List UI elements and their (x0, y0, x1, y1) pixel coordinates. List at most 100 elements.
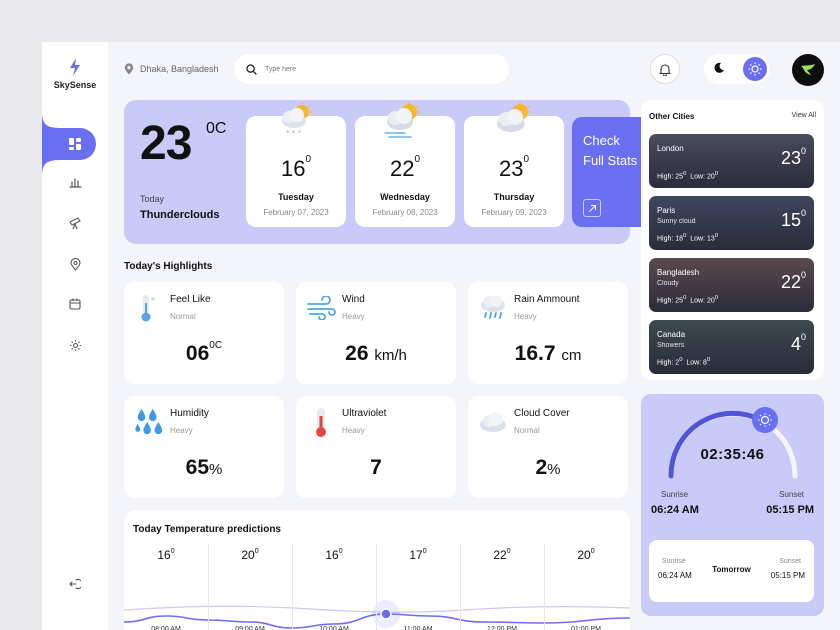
sidebar-item-explore[interactable] (66, 214, 84, 232)
svg-text:*: * (151, 296, 155, 305)
highlight-cloud-cover[interactable]: Cloud Cover Normal 2% (468, 396, 628, 498)
bolt-logo-icon (70, 58, 80, 76)
sun-countdown: 02:35:46 (700, 446, 765, 463)
calendar-icon (69, 298, 81, 310)
temperature-curve (124, 600, 630, 629)
arrow-up-right-icon (588, 204, 596, 212)
bell-icon (659, 63, 671, 76)
prediction-divider (376, 544, 377, 630)
highlights-title: Today's Highlights (124, 261, 213, 272)
current-location[interactable]: Dhaka, Bangladesh (124, 63, 219, 75)
rain-cloud-icon (481, 295, 505, 319)
city-name: London (657, 144, 684, 153)
hero-panel: 23 0C Today Thunderclouds * * * 160 Tues… (124, 100, 630, 244)
city-high-low: High: 250 Low: 200 (657, 171, 718, 181)
highlight-feel-like[interactable]: * Feel Like Normal 060C (124, 282, 284, 384)
highlight-value: 2% (535, 456, 561, 479)
dashboard-icon (69, 138, 81, 150)
forecast-card-wednesday[interactable]: 220 Wednesday February 08, 2023 (355, 102, 455, 227)
city-condition: Showers (657, 342, 685, 349)
highlight-name: Cloud Cover (514, 408, 570, 419)
search-icon (246, 63, 257, 75)
cities-title: Other Cities (649, 112, 695, 121)
gear-icon (69, 339, 81, 351)
cloud-sun-icon (497, 102, 531, 132)
sunset-time: 05:15 PM (766, 504, 814, 516)
prediction-divider (544, 544, 545, 630)
highlight-value: 16.7 cm (514, 342, 582, 365)
tomorrow-sun-card: Sunrise 06:24 AM Tomorrow Sunset 05:15 P… (649, 540, 814, 602)
sunrise-label: Sunrise (661, 490, 689, 499)
logout-icon (69, 578, 81, 590)
theme-toggle[interactable] (704, 54, 770, 84)
highlight-name: Rain Ammount (514, 294, 580, 305)
brand: SkySense (42, 58, 108, 90)
city-temp: 230 (780, 146, 806, 168)
sunrise-time: 06:24 AM (651, 504, 699, 516)
city-high-low: High: 20 Low: 80 (657, 357, 711, 367)
city-condition: Cloudy (657, 280, 679, 287)
forecast-date: February 07, 2023 (263, 208, 329, 217)
search-bar[interactable] (234, 54, 509, 84)
current-temperature: 23 (140, 117, 192, 170)
wind-icon (307, 296, 336, 320)
forecast-day: Thursday (493, 192, 535, 202)
highlight-sub: Heavy (342, 312, 365, 321)
brand-name: SkySense (53, 80, 97, 90)
highlight-ultraviolet[interactable]: Ultraviolet Heavy 7 (296, 396, 456, 498)
tomorrow-sunset-label: Sunset (779, 558, 801, 565)
city-card[interactable]: London High: 250 Low: 200 230 (649, 134, 814, 188)
forecast-card-thursday[interactable]: 230 Thursday February 09, 2023 (464, 102, 564, 227)
highlight-value: 65% (185, 456, 223, 479)
bar-chart-icon (68, 178, 82, 188)
thermometer-hot-icon (316, 408, 326, 437)
highlight-sub: Heavy (342, 426, 365, 435)
tomorrow-sunrise-label: Sunrise (662, 558, 686, 565)
sidebar-item-location[interactable] (66, 255, 84, 273)
map-pin-icon (69, 257, 81, 271)
avatar[interactable] (792, 54, 824, 86)
open-stats-button[interactable] (583, 199, 601, 217)
highlight-name: Feel Like (170, 294, 211, 305)
city-condition: Sunny cloud (657, 218, 696, 225)
highlight-sub: Normal (514, 426, 540, 435)
highlight-humidity[interactable]: Humidity Heavy 65% (124, 396, 284, 498)
location-pin-icon (124, 63, 134, 75)
bird-logo-icon (801, 64, 815, 75)
city-card[interactable]: Canada Showers High: 20 Low: 80 40 (649, 320, 814, 374)
search-input[interactable] (265, 65, 485, 73)
highlight-value: 7 (370, 456, 382, 479)
city-card[interactable]: Bangladesh Cloudy High: 250 Low: 200 220 (649, 258, 814, 312)
sidebar-item-calendar[interactable] (66, 295, 84, 313)
sun-panel: 02:35:46 Sunrise 06:24 AM Sunset 05:15 P… (641, 394, 824, 616)
forecast-temp: 230 (498, 154, 530, 181)
logout-button[interactable] (66, 575, 84, 593)
city-name: Canada (657, 330, 686, 339)
sun-arc (668, 407, 798, 479)
highlight-sub: Heavy (170, 426, 193, 435)
highlight-name: Humidity (170, 408, 209, 419)
forecast-day: Tuesday (278, 192, 314, 202)
location-text: Dhaka, Bangladesh (140, 64, 219, 74)
highlight-wind[interactable]: Wind Heavy 26 km/h (296, 282, 456, 384)
tomorrow-sunset-time: 05:15 PM (770, 571, 805, 580)
sunset-label: Sunset (779, 490, 804, 499)
sidebar-item-charts[interactable] (66, 173, 84, 191)
other-cities-panel: Other Cities View All London High: 250 Lo… (641, 100, 824, 380)
highlight-name: Wind (342, 294, 365, 305)
forecast-temp: 220 (389, 154, 421, 181)
moon-icon[interactable] (712, 61, 726, 75)
prediction-divider (292, 544, 293, 630)
hero-condition: Thunderclouds (140, 209, 220, 221)
forecast-date: February 09, 2023 (481, 208, 547, 217)
forecast-card-tuesday[interactable]: * * * 160 Tuesday February 07, 2023 (246, 102, 346, 227)
svg-text:* * *: * * * (286, 129, 301, 137)
light-mode-button[interactable] (743, 57, 767, 81)
highlight-rain[interactable]: Rain Ammount Heavy 16.7 cm (468, 282, 628, 384)
view-all-link[interactable]: View All (792, 112, 816, 119)
city-card[interactable]: Paris Sunny cloud High: 180 Low: 130 150 (649, 196, 814, 250)
notifications-button[interactable] (650, 54, 680, 84)
sidebar-item-dashboard[interactable] (66, 135, 84, 153)
forecast-date: February 08, 2023 (372, 208, 438, 217)
sidebar-item-settings[interactable] (66, 336, 84, 354)
